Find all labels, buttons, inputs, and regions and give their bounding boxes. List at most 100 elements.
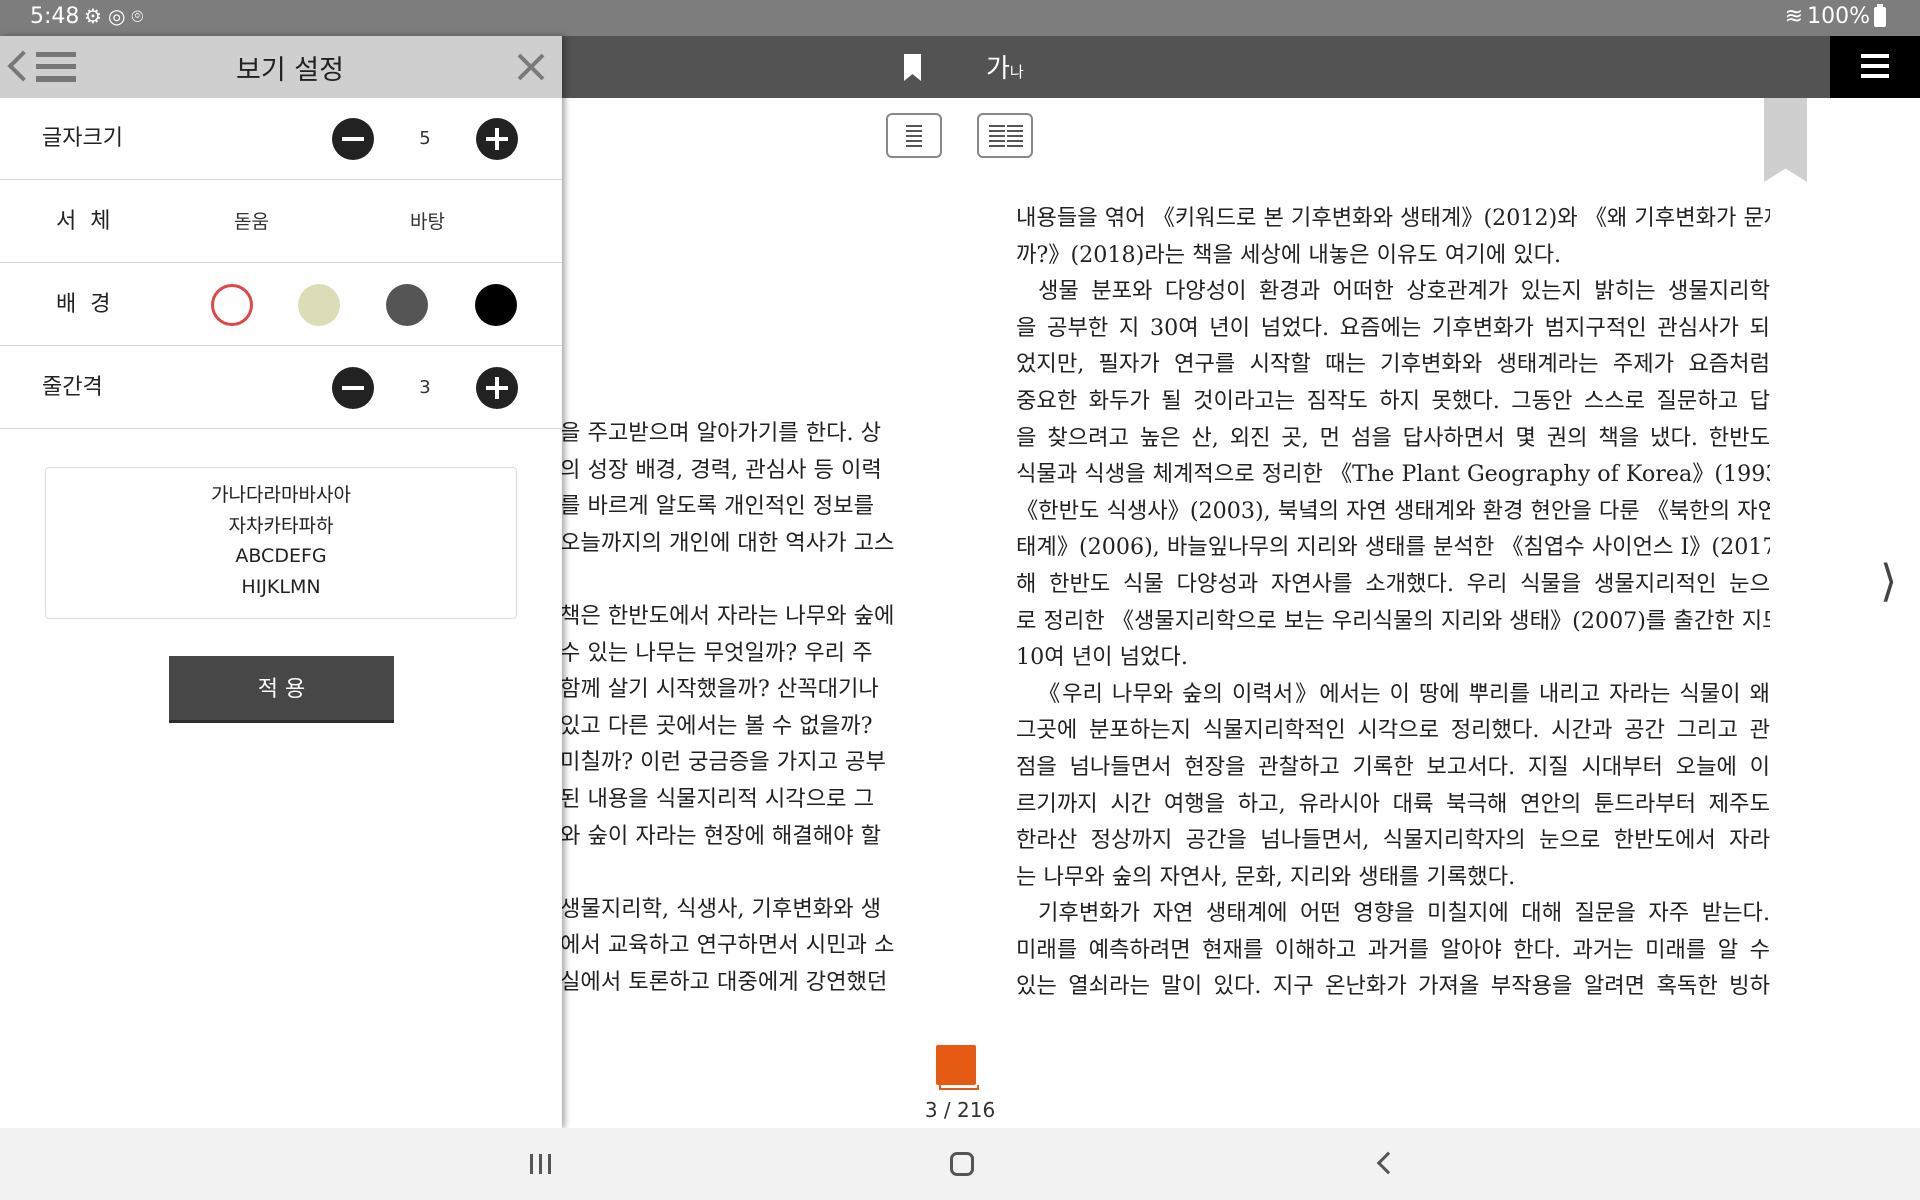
text-line: 을 주고받으며 알아가기를 한다. 상	[560, 420, 882, 446]
text-line: 한라산 정상까지 공간을 넘나들면서, 식물지리학자의 눈으로 한반도에서 자라	[1016, 827, 1770, 854]
font-size-icon[interactable]: 가나	[986, 48, 1024, 85]
text-line: 된 내용을 식물지리적 시각으로 그	[560, 785, 874, 812]
home-icon[interactable]	[950, 1152, 974, 1176]
text-line: 중요한 화두가 될 것이라고는 짐작도 하지 못했다. 그동안 스스로 질문하고…	[1016, 387, 1770, 414]
font-size-increase-button[interactable]	[476, 118, 518, 160]
text-line: 와 숲이 자라는 현장에 해결해야 할	[560, 822, 882, 849]
status-time: 5:48	[30, 4, 80, 29]
text-line: 미칠까? 이런 궁금증을 가지고 공부	[560, 749, 886, 776]
text-line: 함께 살기 시작했을까? 산꼭대기나	[560, 676, 879, 703]
text-line: 실에서 토론하고 대중에게 강연했던	[560, 968, 888, 995]
text-line: 었지만, 필자가 연구를 시작할 때는 기후변화와 생태계라는 주제가 요즘처럼	[1016, 351, 1770, 378]
line-spacing-increase-button[interactable]	[476, 367, 518, 409]
preview-line: 자차카타파하	[228, 514, 334, 537]
line-spacing-label: 줄간격	[42, 375, 103, 400]
back-menu-icon[interactable]	[6, 50, 78, 86]
text-line: 로 정리한 《생물지리학으로 보는 우리식물의 지리와 생태》(2007)를 출…	[1016, 607, 1770, 634]
font-size-label: 글자크기	[42, 126, 123, 151]
font-size-decrease-button[interactable]	[332, 118, 374, 160]
background-black-swatch[interactable]	[475, 284, 517, 326]
text-line: 있고 다른 곳에서는 볼 수 없을까?	[560, 712, 873, 739]
text-line: 있는 열쇠라는 말이 있다. 지구 온난화가 가져올 부작용을 알려면 혹독한 …	[1016, 973, 1770, 1000]
wifi-icon: ≋	[1784, 4, 1804, 29]
text-line: 을 찾으려고 높은 산, 외진 곳, 먼 섬을 답사하면서 몇 권의 책을 냈다…	[1016, 424, 1770, 451]
single-page-layout-button[interactable]	[886, 113, 942, 158]
text-line: 책은 한반도에서 자라는 나무와 숲에	[560, 602, 895, 629]
settings-header: 보기 설정	[0, 36, 562, 98]
chevron-left-icon	[7, 50, 39, 82]
single-page-icon	[906, 125, 922, 147]
list-icon	[36, 52, 76, 82]
line-spacing-value: 3	[419, 377, 431, 398]
status-bar: 5:48 ⚙◎⌾ ≋ 100%	[0, 0, 1920, 36]
preview-line: HIJKLMN	[241, 575, 321, 598]
page-bookmark-ribbon-icon[interactable]	[1764, 98, 1807, 182]
text-line: 생물 분포와 다양성이 환경과 어떠한 상호관계가 있는지 밝히는 생물지리학	[1038, 278, 1770, 305]
text-line: 그곳에 분포하는지 식물지리학적인 시각으로 정리했다. 시간과 공간 그리고 …	[1016, 717, 1770, 744]
text-line: 까?》(2018)라는 책을 세상에 내놓은 이유도 여기에 있다.	[1016, 241, 1562, 268]
text-line: 를 바르게 알도록 개인적인 정보를	[560, 493, 874, 520]
two-page-icon-right	[1007, 125, 1023, 147]
text-line: 점을 넘나들면서 현장을 관찰하고 기록한 보고서다. 지질 시대부터 오늘에 …	[1016, 753, 1770, 780]
typeface-label: 서 체	[56, 209, 111, 234]
apply-button[interactable]: 적 용	[169, 656, 394, 723]
text-line: 10여 년이 넘었다.	[1016, 644, 1188, 671]
book-icon[interactable]	[936, 1045, 980, 1091]
background-white-swatch[interactable]	[211, 284, 253, 326]
text-line	[560, 854, 904, 891]
battery-icon	[1874, 3, 1886, 27]
text-line: 《한반도 식생사》(2003), 북녘의 자연 생태계와 환경 현안을 다룬 《…	[1016, 497, 1770, 524]
gear-icon: ⚙	[84, 4, 108, 28]
line-spacing-decrease-button[interactable]	[332, 367, 374, 409]
settings-title: 보기 설정	[236, 55, 344, 86]
typeface-option-dotum[interactable]: 돋움	[234, 181, 269, 263]
status-right: ≋ 100%	[1784, 3, 1886, 29]
battery-level: 100%	[1807, 4, 1870, 29]
background-beige-swatch[interactable]	[298, 284, 340, 326]
recents-icon[interactable]	[530, 1154, 552, 1174]
text-line: 태계》(2006), 바늘잎나무의 지리와 생태를 분석한 《침엽수 사이언스 …	[1016, 534, 1770, 561]
close-icon[interactable]	[516, 52, 546, 82]
text-line: 《우리 나무와 숲의 이력서》에서는 이 땅에 뿌리를 내리고 자라는 식물이 …	[1038, 680, 1770, 707]
text-line: 을 공부한 지 30여 년이 넘었다. 요즘에는 기후변화가 범지구적인 관심사…	[1016, 314, 1770, 341]
background-gray-swatch[interactable]	[386, 284, 428, 326]
text-line: 내용들을 엮어 《키워드로 본 기후변화와 생태계》(2012)와 《왜 기후변…	[1016, 205, 1770, 231]
right-page-text: 내용들을 엮어 《키워드로 본 기후변화와 생태계》(2012)와 《왜 기후변…	[1016, 200, 1770, 1005]
left-page-text: 을 주고받으며 알아가기를 한다. 상 의 성장 배경, 경력, 관심사 등 이…	[560, 415, 904, 1001]
text-line: 해 한반도 식물 다양성과 자연사를 소개했다. 우리 식물을 생물지리적인 눈…	[1016, 570, 1770, 597]
back-icon[interactable]	[1376, 1151, 1400, 1175]
hamburger-icon	[1861, 54, 1889, 78]
next-page-chevron-icon[interactable]: ⟩	[1880, 556, 1897, 607]
two-page-layout-button[interactable]	[977, 113, 1033, 158]
line-spacing-row: 줄간격 3	[0, 347, 562, 429]
text-line: 의 성장 배경, 경력, 관심사 등 이력	[560, 456, 882, 483]
font-size-value: 5	[419, 128, 431, 149]
text-line: 에서 교육하고 연구하면서 시민과 소	[560, 932, 895, 959]
font-size-row: 글자크기 5	[0, 98, 562, 180]
preview-line: 가나다라마바사아	[211, 484, 351, 506]
status-icons: ⚙◎⌾	[84, 4, 149, 28]
preview-line: ABCDEFG	[235, 545, 327, 567]
location-icon: ⌾	[131, 4, 150, 28]
text-line: 르기까지 시간 여행을 하고, 유라시아 대륙 북극해 연안의 툰드라부터 제주…	[1016, 790, 1770, 817]
typeface-option-batang[interactable]: 바탕	[410, 181, 445, 263]
text-line: 수 있는 나무는 무엇일까? 우리 주	[560, 639, 873, 666]
preview-box: 가나다라마바사아 자차카타파하 ABCDEFG HIJKLMN	[45, 467, 517, 619]
menu-button[interactable]	[1830, 36, 1920, 98]
font-size-icon-sub: 나	[1009, 63, 1024, 81]
text-line	[560, 561, 904, 598]
navigation-bar	[0, 1128, 1920, 1200]
text-line: 오늘까지의 개인에 대한 역사가 고스	[560, 529, 895, 556]
view-settings-panel: 보기 설정 글자크기 5 서 체 돋움 바탕 배 경 줄간격 3 가나다라마바사…	[0, 36, 562, 1128]
font-size-icon-main: 가	[986, 54, 1010, 84]
text-line: 식물과 식생을 체계적으로 정리한 《The Plant Geography o…	[1016, 461, 1770, 488]
book-icon-cover	[936, 1045, 976, 1085]
text-line: 미래를 예측하려면 현재를 이해하고 과거를 알아야 한다. 과거는 미래를 알…	[1016, 936, 1770, 963]
text-line: 는 나무와 숲의 자연사, 문화, 지리와 생태를 기록했다.	[1016, 863, 1516, 890]
typeface-row: 서 체 돋움 바탕	[0, 181, 562, 263]
background-row: 배 경	[0, 264, 562, 346]
background-label: 배 경	[56, 292, 111, 317]
text-line: 생물지리학, 식생사, 기후변화와 생	[560, 895, 882, 922]
text-line: 기후변화가 자연 생태계에 어떤 영향을 미칠지에 대해 질문을 자주 받는다.	[1038, 900, 1770, 927]
bookmark-icon[interactable]	[904, 54, 921, 81]
